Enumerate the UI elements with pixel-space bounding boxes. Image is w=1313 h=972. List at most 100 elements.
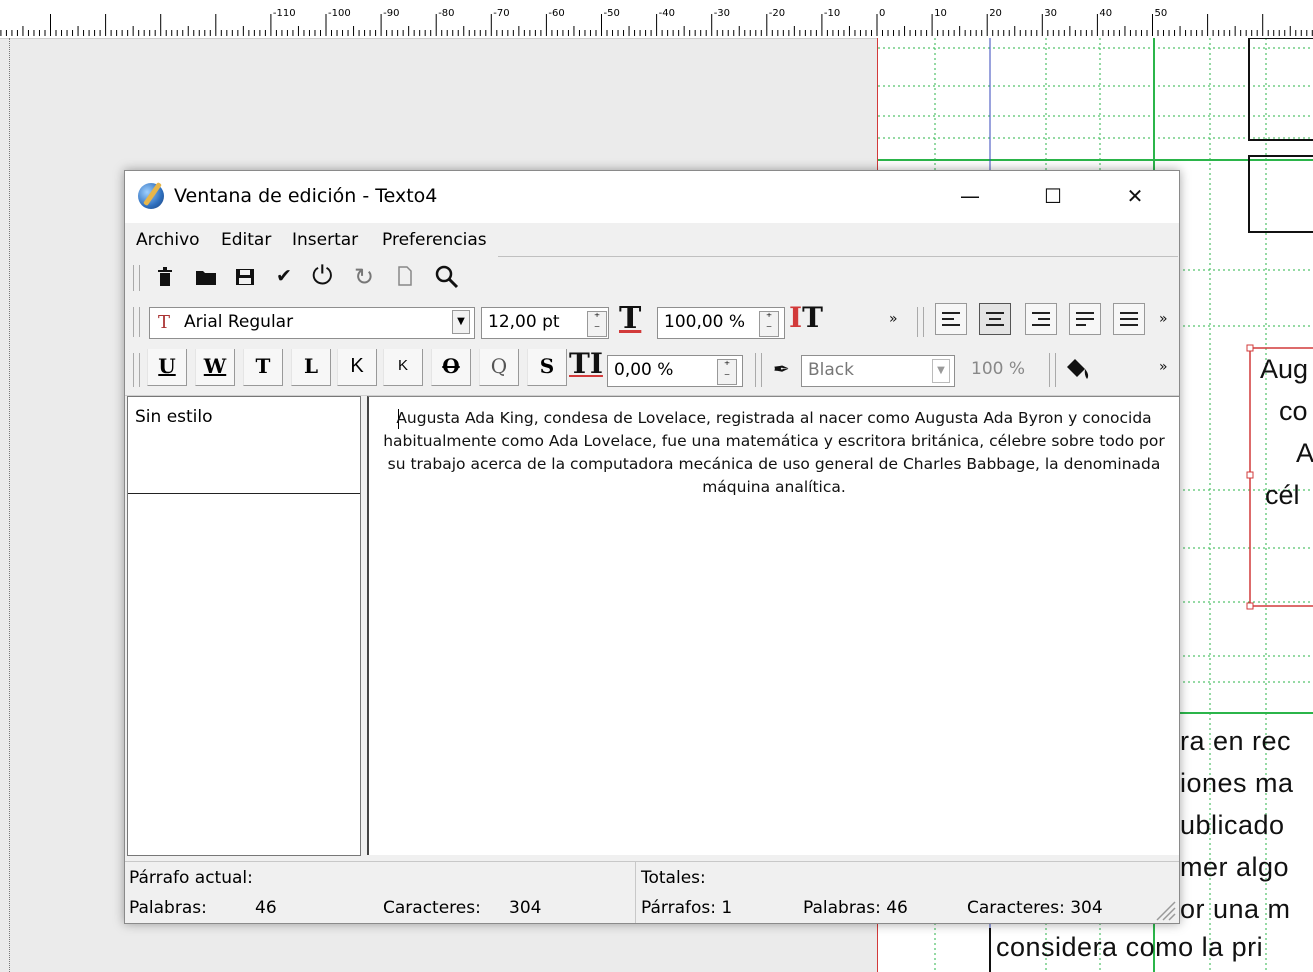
shade-field[interactable]: 100 %: [971, 359, 1025, 379]
check-icon[interactable]: ✔: [276, 265, 292, 287]
menu-bar: Archivo Editar Insertar Preferencias: [125, 223, 1179, 257]
frame-text-line: cél: [1265, 480, 1300, 510]
folder-icon[interactable]: [195, 267, 217, 292]
menu-archivo[interactable]: Archivo: [136, 230, 200, 250]
redo-icon[interactable]: ↻: [354, 263, 374, 291]
outline-button[interactable]: Q: [479, 349, 519, 386]
ruler-label: -110: [272, 8, 296, 19]
text-editor-area[interactable]: Augusta Ada King, condesa de Lovelace, r…: [367, 396, 1179, 855]
frame-text-line: co: [1279, 396, 1308, 426]
ruler-label: -50: [603, 8, 620, 19]
all-caps-button[interactable]: K: [337, 349, 377, 386]
body-text-line: ra en rec: [1180, 726, 1292, 756]
more-toolbar-button[interactable]: »: [1159, 311, 1168, 327]
ruler-label: -10: [823, 8, 841, 19]
font-family-select[interactable]: T Arial Regular ▼: [149, 307, 475, 339]
underline-words-button[interactable]: W: [195, 349, 235, 386]
window-title: Ventana de edición - Texto4: [174, 185, 438, 207]
frame-text-line: A: [1296, 438, 1313, 468]
page-icon[interactable]: [397, 266, 413, 291]
story-editor-window[interactable]: Ventana de edición - Texto4 — ☐ ✕ Archiv…: [124, 170, 1180, 924]
chevron-down-icon[interactable]: ▼: [932, 359, 950, 383]
color-select[interactable]: Black ▼: [801, 355, 955, 387]
frame-text-line: Aug: [1260, 354, 1309, 384]
force-justify-button[interactable]: [1113, 303, 1145, 335]
toolbar-grip[interactable]: [917, 307, 924, 337]
editor-text[interactable]: Augusta Ada King, condesa de Lovelace, r…: [383, 407, 1165, 499]
subscript-button[interactable]: T: [243, 349, 283, 386]
scale-stepper[interactable]: ⁺ ⁻: [759, 311, 779, 337]
body-text-line: considera como la pri: [996, 932, 1264, 962]
words-label: Palabras:: [129, 898, 207, 918]
tracking-value: 0,00 %: [614, 360, 674, 380]
toolbar-grip[interactable]: [133, 307, 140, 337]
maximize-button[interactable]: ☐: [1030, 171, 1076, 223]
minimize-button[interactable]: —: [947, 171, 993, 223]
font-toolbar: T Arial Regular ▼ 12,00 pt ⁺ ⁻ T 100,00 %…: [125, 299, 1179, 346]
justify-button[interactable]: [1069, 303, 1101, 335]
chars-value: 304: [509, 898, 542, 918]
style-list-item[interactable]: Sin estilo: [135, 407, 213, 427]
body-text-line: iones ma: [1180, 768, 1294, 798]
search-icon[interactable]: [435, 265, 459, 294]
status-bar: Párrafo actual: Palabras: 46 Caracteres:…: [125, 861, 1179, 923]
body-text-line: or una m: [1180, 894, 1291, 924]
tracking-stepper[interactable]: ⁺ ⁻: [717, 359, 737, 385]
toolbar-grip[interactable]: [133, 353, 140, 387]
font-family-value: Arial Regular: [184, 312, 294, 332]
shadow-button[interactable]: S: [527, 349, 567, 386]
scale-value: 100,00 %: [664, 312, 746, 332]
font-type-icon: T: [158, 312, 171, 333]
align-left-button[interactable]: [935, 303, 967, 335]
color-value: Black: [808, 360, 854, 380]
total-paragraphs: Párrafos: 1: [641, 898, 733, 918]
power-icon[interactable]: ⏻: [312, 261, 333, 292]
underline-button[interactable]: U: [147, 349, 187, 386]
ruler-label: 30: [1044, 8, 1058, 19]
menu-editar[interactable]: Editar: [221, 230, 271, 250]
resize-grip-icon[interactable]: [1153, 898, 1177, 922]
more-toolbar-button[interactable]: »: [1159, 359, 1168, 375]
paragraph-styles-pane[interactable]: Sin estilo: [127, 396, 361, 856]
total-chars: Caracteres: 304: [967, 898, 1103, 918]
body-text-line: ublicado: [1180, 810, 1285, 840]
more-toolbar-button[interactable]: »: [889, 311, 898, 327]
ruler-label: -40: [658, 8, 675, 19]
small-caps-button[interactable]: K: [383, 349, 423, 386]
status-separator: [635, 862, 636, 923]
save-icon[interactable]: [235, 267, 255, 292]
toolbar-grip[interactable]: [1049, 353, 1056, 387]
font-size-icon: T: [619, 301, 642, 336]
scribus-app-icon: [138, 183, 164, 209]
ruler-label: -20: [768, 8, 786, 19]
style-toolbar: U W T L K K O Q S TI 0,00 % ⁺ ⁻ ✒ Black ▼…: [125, 345, 1179, 396]
toolbar-grip[interactable]: [133, 265, 140, 291]
toolbar-grip[interactable]: [755, 353, 762, 387]
title-bar[interactable]: Ventana de edición - Texto4 — ☐ ✕: [125, 171, 1179, 223]
ruler-ticks: [0, 14, 1313, 36]
menu-preferencias[interactable]: Preferencias: [382, 230, 487, 250]
vertical-ruler[interactable]: [0, 38, 10, 972]
align-center-button[interactable]: [979, 303, 1011, 335]
current-paragraph-label: Párrafo actual:: [129, 868, 253, 888]
ruler-label: -60: [548, 8, 565, 19]
superscript-button[interactable]: L: [291, 349, 331, 386]
ruler-label: 50: [1154, 8, 1168, 19]
close-button[interactable]: ✕: [1112, 171, 1158, 223]
totals-label: Totales:: [641, 868, 706, 888]
fill-bucket-icon[interactable]: [1063, 355, 1091, 387]
align-right-button[interactable]: [1025, 303, 1057, 335]
body-text-line: mer algo: [1180, 852, 1290, 882]
pen-icon: ✒: [773, 357, 790, 381]
ruler-label: 10: [934, 8, 947, 19]
menu-insertar[interactable]: Insertar: [292, 230, 358, 250]
font-size-stepper[interactable]: ⁺ ⁻: [587, 311, 607, 337]
horizontal-ruler[interactable]: -110 -100 -90 -80 -70 -60 -50 -40 -30 -20 -10 0 10 20…: [0, 0, 1313, 39]
strikethrough-button[interactable]: O: [431, 349, 471, 386]
chevron-down-icon[interactable]: ▼: [452, 310, 470, 334]
ruler-label: -80: [438, 8, 455, 19]
trash-icon[interactable]: [157, 267, 173, 292]
file-toolbar: ✔ ⏻ ↻: [125, 257, 1179, 300]
scale-width-icon: IT: [789, 301, 823, 334]
total-words: Palabras: 46: [803, 898, 908, 918]
